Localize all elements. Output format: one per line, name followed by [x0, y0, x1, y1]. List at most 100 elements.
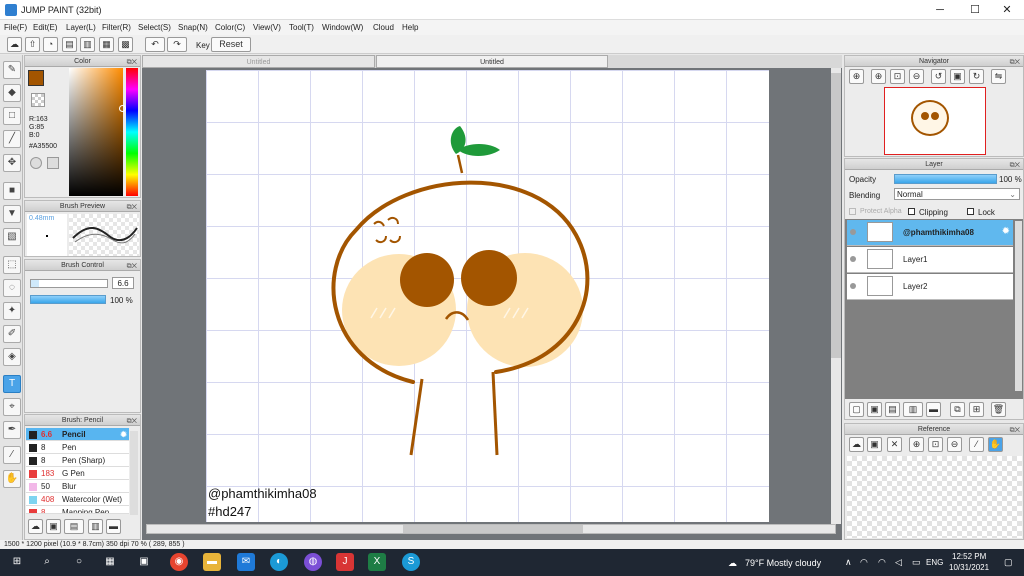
hand-tool-icon[interactable]: ✋ — [3, 470, 21, 488]
copy-layer-icon[interactable]: ⧉ — [950, 402, 965, 417]
ref-fit-icon[interactable]: ⊡ — [928, 437, 943, 452]
zoom-in-2-icon[interactable]: ⊕ — [871, 69, 886, 84]
notification-icon[interactable]: ▢ — [1004, 557, 1013, 568]
ref-zoom-in-icon[interactable]: ⊕ — [909, 437, 924, 452]
minimize-button[interactable]: ─ — [923, 0, 957, 20]
task-view-icon[interactable]: ○ — [70, 553, 88, 571]
brush-size-slider[interactable] — [30, 279, 108, 288]
eye-icon[interactable] — [850, 256, 856, 262]
battery-icon[interactable]: ▭ — [912, 557, 921, 568]
layer-item-text[interactable]: @phamthikimha08 ✹ — [847, 220, 1013, 246]
brush-list-scrollbar[interactable] — [130, 431, 138, 515]
windows-start-icon[interactable]: ⊞ — [8, 553, 26, 571]
ref-eyedropper-icon[interactable]: ⁄ — [969, 437, 984, 452]
chrome-icon[interactable]: ◉ — [170, 553, 188, 571]
language-indicator[interactable]: ENG — [926, 558, 943, 567]
bucket-tool-icon[interactable]: ▼ — [3, 205, 21, 223]
network-icon[interactable]: ◠ — [860, 557, 868, 568]
grid-icon[interactable]: ▩ — [118, 37, 133, 52]
rotate-right-icon[interactable]: ↻ — [969, 69, 984, 84]
line-tool-icon[interactable]: ╱ — [3, 130, 21, 148]
menu-edit[interactable]: Edit(E) — [33, 23, 57, 32]
navigator-preview[interactable] — [884, 87, 986, 155]
brush-copy-icon[interactable]: ▥ — [88, 519, 103, 534]
eye-icon[interactable] — [850, 283, 856, 289]
menu-window[interactable]: Window(W) — [322, 23, 363, 32]
layer-item-layer1[interactable]: Layer1 — [847, 247, 1013, 273]
clock-time[interactable]: 12:52 PM — [952, 552, 986, 561]
ref-close-icon[interactable]: ✕ — [887, 437, 902, 452]
menu-view[interactable]: View(V) — [253, 23, 281, 32]
clipping-checkbox[interactable] — [908, 208, 915, 215]
skype-icon[interactable]: S — [402, 553, 420, 571]
mail-icon[interactable]: ✉ — [237, 553, 255, 571]
new-layer-icon[interactable]: ▢ — [849, 402, 864, 417]
ref-cloud-icon[interactable]: ☁ — [849, 437, 864, 452]
menu-help[interactable]: Help — [402, 23, 418, 32]
redo-button[interactable]: ↷ — [167, 37, 187, 52]
jump-paint-icon[interactable]: J — [336, 553, 354, 571]
ref-hand-icon[interactable]: ✋ — [988, 437, 1003, 452]
clock-date[interactable]: 10/31/2021 — [949, 563, 989, 572]
menu-filter[interactable]: Filter(R) — [102, 23, 131, 32]
messenger-icon[interactable]: ◍ — [304, 553, 322, 571]
fill-rect-tool-icon[interactable]: ■ — [3, 182, 21, 200]
layer-item-layer2[interactable]: Layer2 — [847, 274, 1013, 300]
select-move-icon[interactable]: ⌖ — [3, 398, 21, 416]
rotate-left-icon[interactable]: ↺ — [931, 69, 946, 84]
lock-checkbox[interactable] — [967, 208, 974, 215]
menu-layer[interactable]: Layer(L) — [66, 23, 96, 32]
eyedropper-icon[interactable]: ⁄ — [3, 446, 21, 464]
move-tool-icon[interactable]: ✥ — [3, 154, 21, 172]
new-layer-3-icon[interactable]: ▤ — [885, 402, 900, 417]
undo-button[interactable]: ↶ — [145, 37, 165, 52]
ref-open-icon[interactable]: ▣ — [867, 437, 882, 452]
reference-view[interactable] — [847, 456, 1022, 538]
layer-opacity-slider[interactable] — [894, 174, 997, 184]
excel-icon[interactable]: X — [368, 553, 386, 571]
text-tool-icon[interactable]: T — [3, 375, 21, 393]
wifi-icon[interactable]: ◠ — [878, 557, 886, 568]
brush-size-input[interactable]: 6.6 — [112, 277, 134, 289]
rect-tool-icon[interactable]: □ — [3, 107, 21, 125]
select-rect-icon[interactable]: ⬚ — [3, 256, 21, 274]
hue-slider[interactable] — [126, 68, 138, 196]
store-icon[interactable]: ▣ — [135, 553, 153, 571]
cloud-icon[interactable]: ☁ — [7, 37, 22, 52]
weather-text[interactable]: 79°F Mostly cloudy — [745, 558, 821, 568]
blending-select[interactable]: Normal ⌄ — [894, 188, 1020, 200]
menu-snap[interactable]: Snap(N) — [178, 23, 208, 32]
tab-untitled-1[interactable]: Untitled — [142, 55, 375, 68]
brush-new-icon[interactable]: ▤ — [64, 519, 84, 534]
pen-tool-icon[interactable]: ✒ — [3, 421, 21, 439]
brush-item-mapping-pen[interactable]: 8 Mapping Pen — [26, 506, 129, 514]
reset-button[interactable]: Reset — [211, 37, 251, 52]
drawing-canvas[interactable]: @phamthikimha08 #hd247 — [206, 70, 769, 522]
folder-icon[interactable]: ▬ — [926, 402, 941, 417]
brush-item-watercolor[interactable]: 408 Watercolor (Wet) — [26, 493, 129, 506]
brush-opacity-slider[interactable] — [30, 295, 106, 304]
maximize-button[interactable]: ☐ — [958, 0, 992, 20]
delete-layer-icon[interactable]: 🗑 — [991, 402, 1006, 417]
select-pen-icon[interactable]: ✐ — [3, 325, 21, 343]
menu-cloud[interactable]: Cloud — [373, 23, 394, 32]
brush-tool-icon[interactable]: ✎ — [3, 61, 21, 79]
menu-tool[interactable]: Tool(T) — [289, 23, 314, 32]
new-folder-menu-icon[interactable]: ▥ — [903, 402, 923, 417]
ref-zoom-out-icon[interactable]: ⊖ — [947, 437, 962, 452]
lasso-icon[interactable]: ◌ — [3, 279, 21, 297]
brush-item-pencil[interactable]: 6.6 Pencil ✹ — [26, 428, 129, 441]
palette-icon[interactable] — [30, 157, 42, 169]
close-button[interactable]: ✕ — [990, 0, 1024, 20]
brush-folder2-icon[interactable]: ▬ — [106, 519, 121, 534]
brush-item-pen-sharp[interactable]: 8 Pen (Sharp) — [26, 454, 129, 467]
comment-icon[interactable]: ◔ — [43, 37, 58, 52]
upload-icon[interactable]: ⇧ — [25, 37, 40, 52]
brush-item-pen[interactable]: 8 Pen — [26, 441, 129, 454]
tab-untitled-2[interactable]: Untitled — [376, 55, 608, 68]
brush-folder-icon[interactable]: ▣ — [46, 519, 61, 534]
zoom-out-icon[interactable]: ⊖ — [909, 69, 924, 84]
brush-item-g-pen[interactable]: 183 G Pen — [26, 467, 129, 480]
canvas-vertical-scrollbar[interactable] — [831, 68, 841, 524]
search-icon[interactable]: ⌕ — [38, 553, 56, 571]
